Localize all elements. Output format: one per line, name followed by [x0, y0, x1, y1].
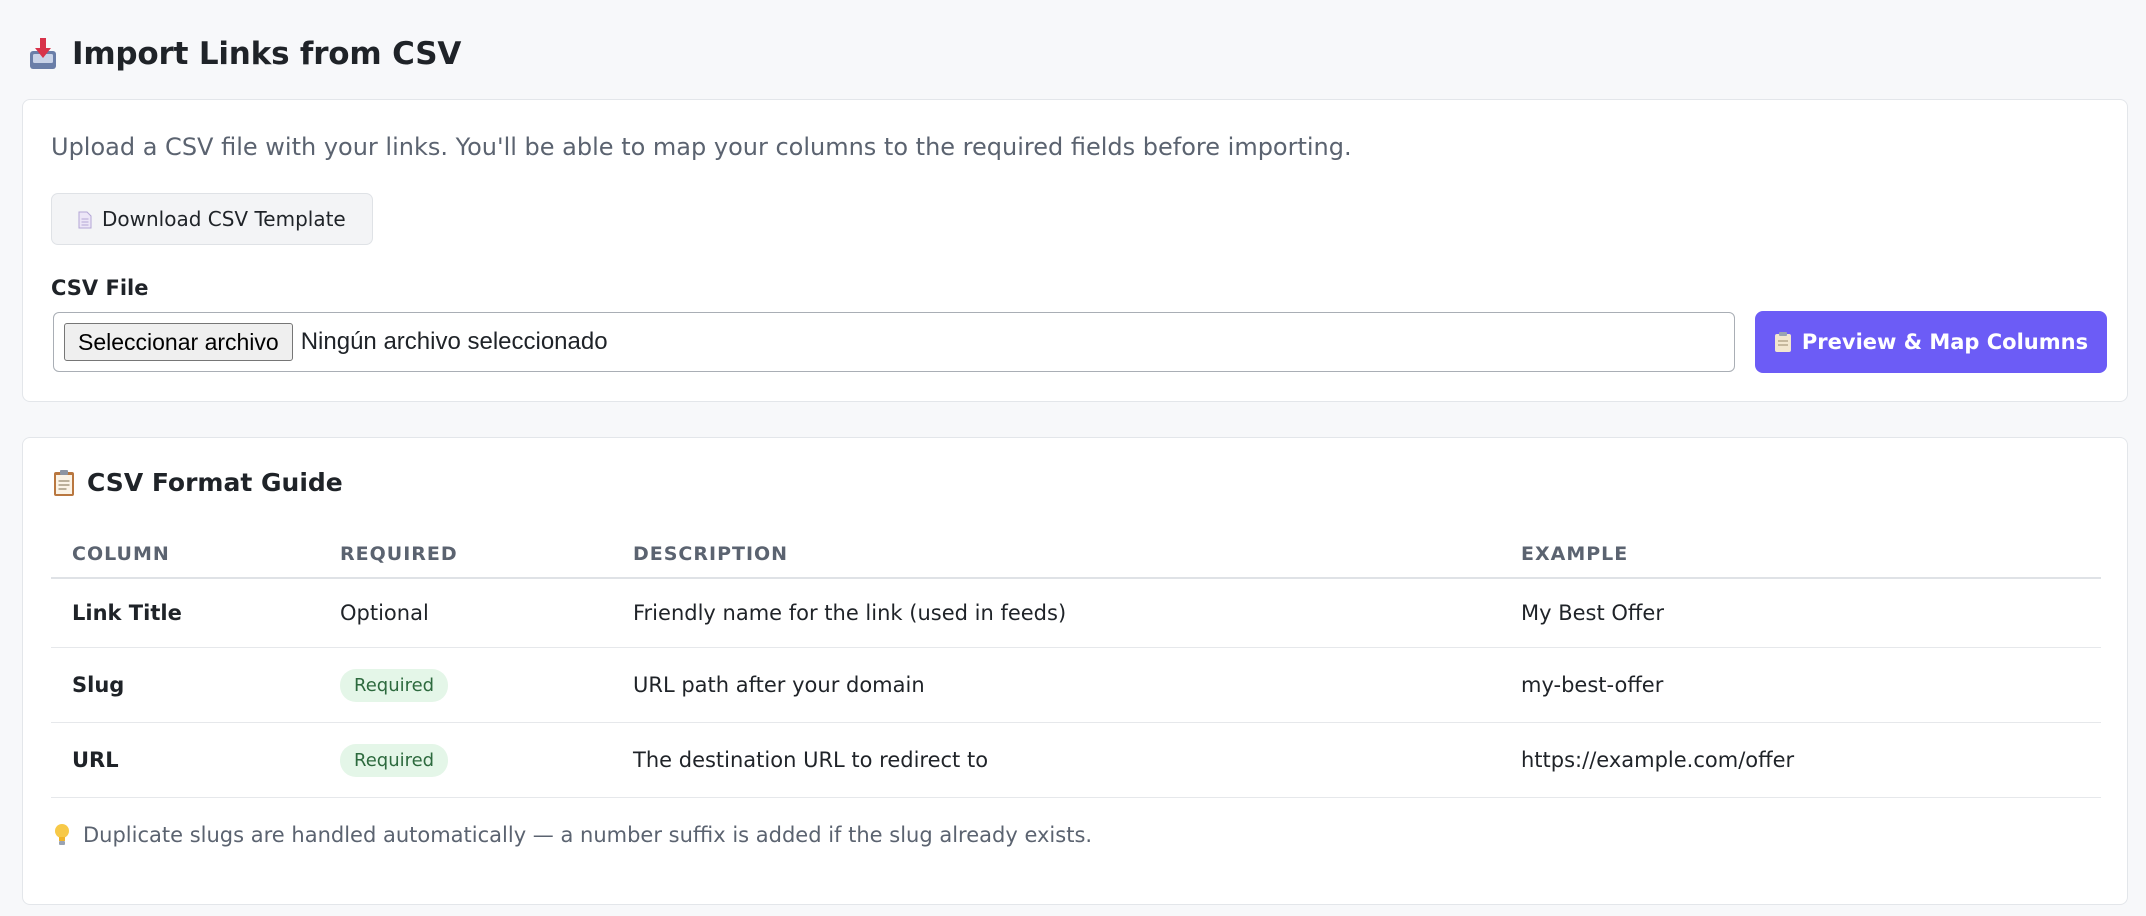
preview-map-columns-button[interactable]: Preview & Map Columns	[1755, 311, 2107, 373]
format-guide-card: CSV Format Guide COLUMN REQUIRED DESCRIP…	[22, 437, 2128, 905]
column-header-required: REQUIRED	[319, 531, 612, 579]
column-header-column: COLUMN	[51, 531, 319, 579]
cell-description: URL path after your domain	[612, 647, 1500, 723]
upload-intro-text: Upload a CSV file with your links. You'l…	[51, 133, 1352, 161]
page-title: Import Links from CSV	[72, 36, 462, 72]
required-badge: Required	[340, 743, 449, 777]
hint-text: Duplicate slugs are handled automaticall…	[83, 823, 1093, 847]
choose-file-button[interactable]: Seleccionar archivo	[64, 323, 293, 361]
cell-example: https://example.com/offer	[1500, 722, 2101, 798]
guide-header: CSV Format Guide	[53, 468, 343, 497]
upload-card: Upload a CSV file with your links. You'l…	[22, 99, 2128, 402]
column-header-example: EXAMPLE	[1500, 531, 2101, 579]
format-table: COLUMN REQUIRED DESCRIPTION EXAMPLE Link…	[51, 531, 2101, 798]
download-template-button[interactable]: Download CSV Template	[51, 193, 373, 245]
clipboard-icon	[1774, 331, 1792, 353]
download-template-label: Download CSV Template	[102, 207, 346, 231]
lightbulb-icon	[53, 823, 71, 847]
file-status-text: Ningún archivo seleccionado	[300, 328, 608, 355]
table-row: Link Title Optional Friendly name for th…	[51, 578, 2101, 648]
cell-column-name: Slug	[51, 647, 319, 723]
table-row: Slug Required URL path after your domain…	[51, 647, 2101, 723]
cell-description: The destination URL to redirect to	[612, 722, 1500, 798]
csv-file-input[interactable]: Seleccionar archivo Ningún archivo selec…	[53, 312, 1735, 372]
guide-title: CSV Format Guide	[87, 468, 343, 497]
inbox-tray-icon	[28, 37, 58, 71]
cell-required: Required	[319, 722, 612, 798]
page-header: Import Links from CSV	[28, 36, 461, 72]
duplicate-hint: Duplicate slugs are handled automaticall…	[53, 823, 1092, 847]
required-badge: Required	[340, 668, 449, 702]
table-header-row: COLUMN REQUIRED DESCRIPTION EXAMPLE	[51, 531, 2101, 579]
import-page: Import Links from CSV Upload a CSV file …	[0, 0, 2146, 916]
table-row: URL Required The destination URL to redi…	[51, 722, 2101, 798]
cell-description: Friendly name for the link (used in feed…	[612, 578, 1500, 648]
cell-required-text: Optional	[319, 578, 612, 648]
cell-column-name: URL	[51, 722, 319, 798]
column-header-description: DESCRIPTION	[612, 531, 1500, 579]
csv-file-label: CSV File	[51, 276, 149, 300]
preview-button-label: Preview & Map Columns	[1801, 330, 2089, 354]
cell-required: Required	[319, 647, 612, 723]
document-icon	[78, 210, 92, 229]
cell-example: my-best-offer	[1500, 647, 2101, 723]
clipboard-icon	[53, 469, 75, 497]
cell-example: My Best Offer	[1500, 578, 2101, 648]
cell-column-name: Link Title	[51, 578, 319, 648]
